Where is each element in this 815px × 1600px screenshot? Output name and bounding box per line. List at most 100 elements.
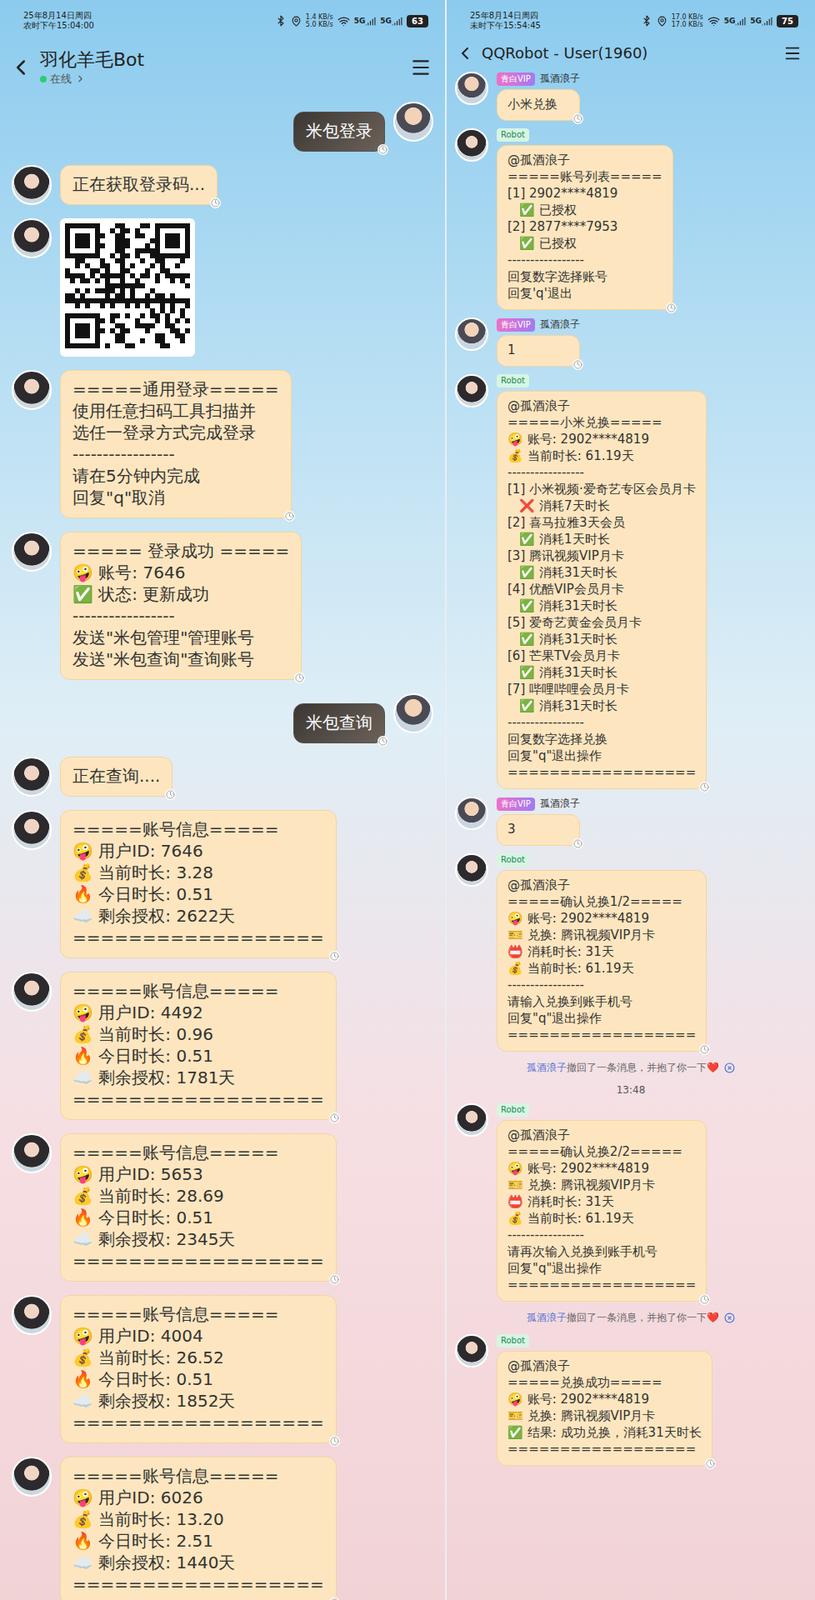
bot-avatar[interactable]: [11, 1133, 52, 1174]
message-line: 3: [507, 820, 570, 838]
message-line: 🎫 兑换: 腾讯视频VIP月卡: [507, 1176, 696, 1194]
sender-badge: 青白VIP: [496, 72, 535, 86]
message-line: 1: [507, 341, 570, 359]
message-line: ✅ 消耗31天时长: [507, 664, 696, 681]
sender-row: 青白VIP孤酒浪子: [496, 796, 580, 811]
close-icon[interactable]: [724, 1062, 735, 1074]
message-line: -----------------: [72, 443, 280, 465]
message-line: @孤酒浪子: [507, 1357, 702, 1375]
my-avatar[interactable]: [393, 101, 434, 142]
message-bubble: 正在获取登录码...: [60, 165, 218, 205]
message-row: 正在查询....: [11, 756, 434, 797]
bluetooth-icon: [275, 15, 287, 27]
message-line: ☁️ 剩余授权: 2345天: [72, 1228, 325, 1250]
message-line: =====兑换成功=====: [507, 1374, 702, 1391]
user-avatar[interactable]: [455, 796, 489, 830]
bot-avatar[interactable]: [11, 531, 52, 572]
sent-icon: [377, 735, 389, 747]
message-row: 米包查询: [11, 693, 434, 744]
message-line: 💰 当前时长: 3.28: [72, 861, 325, 884]
message-line: 🎫 兑换: 腾讯视频VIP月卡: [507, 1407, 702, 1425]
notice-name[interactable]: 孤酒浪子: [526, 1061, 567, 1074]
menu-icon[interactable]: [410, 56, 432, 79]
sender-badge: Robot: [496, 853, 530, 867]
message-row: =====账号信息=====🤪 用户ID: 5653💰 当前时长: 28.69🔥…: [11, 1133, 434, 1282]
sender-name: 孤酒浪子: [540, 317, 580, 332]
bot-avatar[interactable]: [455, 853, 489, 887]
status-date-text: 25年8月14日周四: [23, 10, 95, 21]
message-bubble: ===== 登录成功 =====🤪 账号: 7646✅ 状态: 更新成功----…: [60, 531, 302, 680]
message-row: =====通用登录=====使用任意扫码工具扫描并选任一登录方式完成登录----…: [11, 370, 434, 519]
sender-row: Robot: [496, 853, 707, 867]
bot-avatar[interactable]: [11, 370, 52, 410]
online-status[interactable]: 在线: [40, 71, 404, 87]
message-list: 米包登录正在获取登录码...=====通用登录=====使用任意扫码工具扫描并选…: [0, 98, 445, 1600]
bot-avatar[interactable]: [455, 1334, 489, 1368]
message-line: ==================: [72, 1250, 325, 1272]
sent-icon: [329, 1435, 340, 1447]
message-line: 正在查询....: [72, 765, 160, 787]
battery: 75: [776, 15, 799, 28]
online-dot: [40, 75, 47, 83]
message-row: Robot@孤酒浪子=====兑换成功=====🤪 账号: 2902****48…: [455, 1334, 807, 1466]
wifi-icon: [707, 15, 720, 28]
bot-avatar[interactable]: [11, 1456, 52, 1497]
message-line: =====确认兑换2/2=====: [507, 1143, 696, 1160]
bot-avatar[interactable]: [11, 218, 52, 259]
message-line: [5] 爱奇艺黄金会员月卡: [507, 614, 696, 631]
sent-icon: [699, 781, 710, 793]
message-line: ==================: [72, 1088, 325, 1110]
message-column: 青白VIP孤酒浪子 1: [496, 317, 580, 367]
message-line: =====账号信息=====: [72, 980, 325, 1002]
message-line: 📛 消耗时长: 31天: [507, 1193, 696, 1210]
message-line: ==================: [507, 1440, 702, 1458]
net-speed-text: 17.0 KB/s: [671, 20, 704, 29]
sent-icon: [165, 789, 176, 800]
bot-avatar[interactable]: [11, 756, 52, 797]
message-column: Robot@孤酒浪子=====小米兑换=====🤪 账号: 2902****48…: [496, 374, 707, 790]
message-line: 🤪 用户ID: 4492: [72, 1001, 325, 1024]
menu-icon[interactable]: [783, 44, 802, 63]
message-line: 发送"米包查询"查询账号: [72, 648, 290, 670]
message-row: Robot@孤酒浪子=====确认兑换2/2=====🤪 账号: 2902***…: [455, 1103, 807, 1302]
status-date: 25年8月14日周四未时下午15:54:45: [470, 10, 541, 31]
message-line: ☁️ 剩余授权: 2622天: [72, 905, 325, 927]
bot-avatar[interactable]: [455, 1103, 489, 1137]
location-icon: [656, 15, 668, 27]
message-line: @孤酒浪子: [507, 151, 663, 169]
notice-name[interactable]: 孤酒浪子: [526, 1311, 567, 1324]
message-line: =====确认兑换1/2=====: [507, 893, 696, 910]
bot-avatar[interactable]: [11, 165, 52, 205]
close-icon[interactable]: [724, 1312, 735, 1324]
message-bubble: 3: [496, 814, 580, 846]
message-bubble: @孤酒浪子=====确认兑换2/2=====🤪 账号: 2902****4819…: [496, 1120, 707, 1302]
notice-text: 孤酒浪子撤回了一条消息，并抱了你一下❤️: [526, 1060, 720, 1075]
bot-avatar[interactable]: [455, 128, 489, 162]
sender-row: 青白VIP孤酒浪子: [496, 317, 580, 332]
bot-avatar[interactable]: [455, 374, 489, 408]
user-avatar[interactable]: [455, 71, 489, 105]
sent-icon: [329, 1274, 340, 1285]
message-row: =====账号信息=====🤪 用户ID: 4492💰 当前时长: 0.96🔥 …: [11, 971, 434, 1120]
back-icon[interactable]: [8, 55, 34, 80]
message-line: =====账号信息=====: [72, 818, 325, 840]
back-icon[interactable]: [455, 43, 475, 64]
message-row: 正在获取登录码...: [11, 165, 434, 205]
message-line: 🤪 用户ID: 4004: [72, 1325, 325, 1347]
my-avatar[interactable]: [393, 693, 434, 734]
bot-avatar[interactable]: [11, 1295, 52, 1335]
message-line: 使用任意扫码工具扫描并: [72, 400, 280, 422]
message-bubble: =====账号信息=====🤪 用户ID: 4492💰 当前时长: 0.96🔥 …: [60, 971, 337, 1120]
bot-avatar[interactable]: [11, 810, 52, 850]
user-avatar[interactable]: [455, 317, 489, 351]
bot-avatar[interactable]: [11, 971, 52, 1012]
message-line: [1] 小米视频·爱奇艺专区会员月卡: [507, 480, 696, 498]
message-row: 青白VIP孤酒浪子 1: [455, 317, 807, 367]
message-line: -----------------: [507, 714, 696, 731]
message-bubble: 小米兑换: [496, 89, 580, 121]
message-line: 米包查询: [305, 711, 373, 734]
status-icons: 1.4 KB/s5.0 KB/s5G5G63: [275, 13, 429, 29]
message-column: Robot@孤酒浪子=====确认兑换2/2=====🤪 账号: 2902***…: [496, 1103, 707, 1302]
status-time-text: 农时下午15:04:00: [23, 20, 95, 31]
chat-title: 羽化羊毛Bot: [40, 48, 404, 72]
